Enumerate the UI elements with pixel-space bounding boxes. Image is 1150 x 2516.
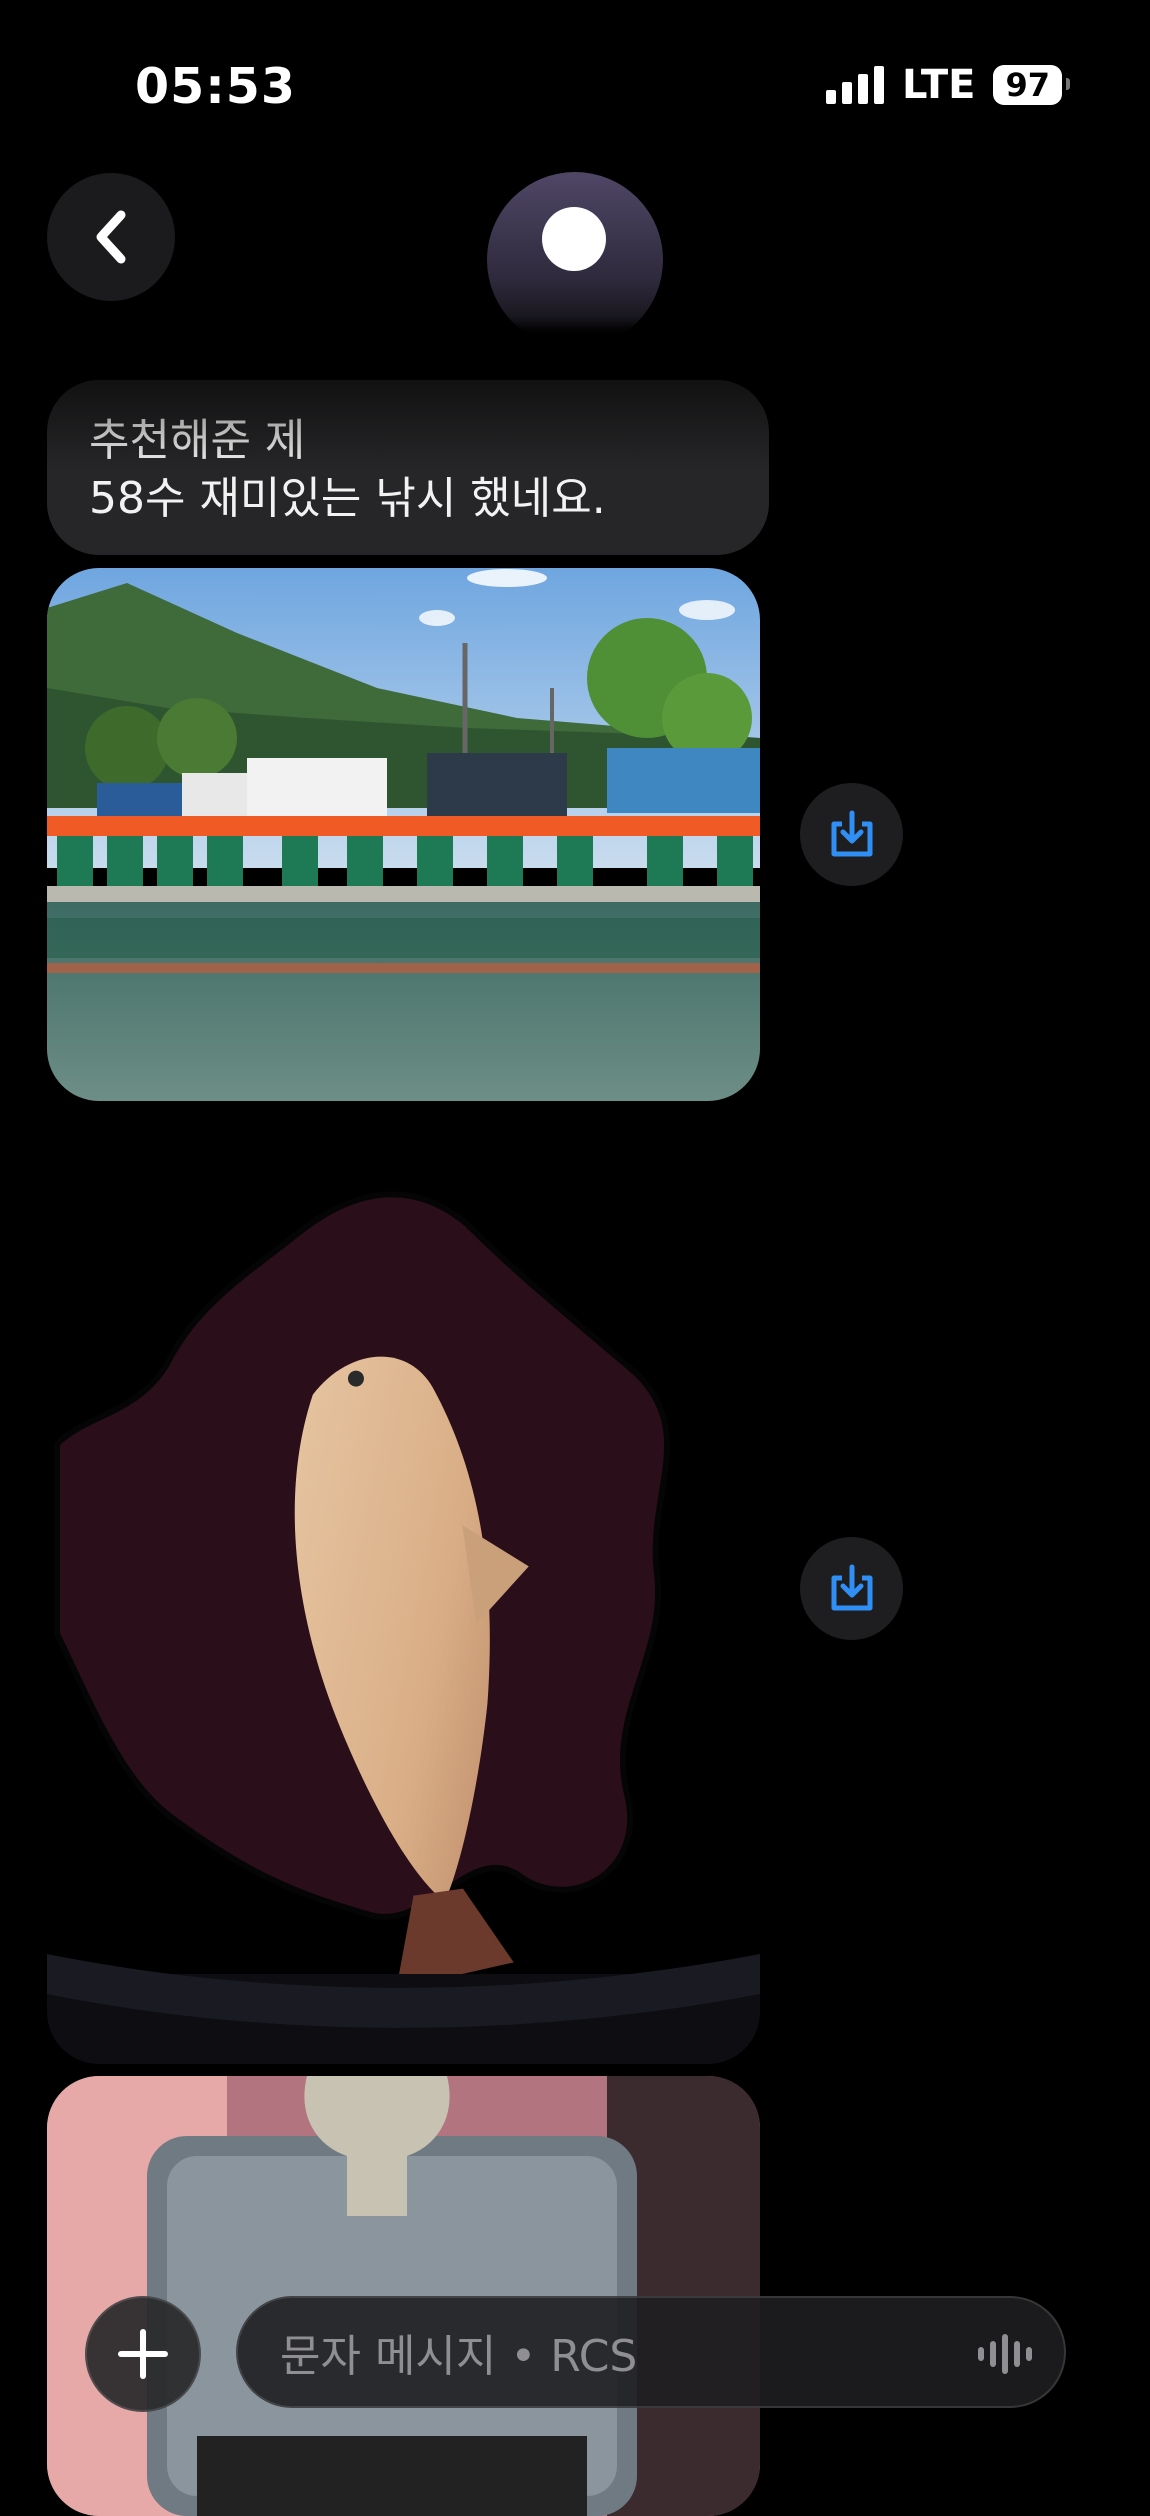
back-button[interactable] <box>47 173 175 301</box>
contact-avatar[interactable] <box>487 172 663 348</box>
chevron-left-icon <box>96 210 126 264</box>
message-input-placeholder: 문자 메시지 • RCS <box>280 2331 638 2382</box>
status-indicators: LTE 97 <box>825 62 1070 108</box>
signal-icon <box>825 66 884 104</box>
download-icon <box>831 810 872 856</box>
pond-image <box>47 568 760 1101</box>
photo-fish-in-net[interactable] <box>47 1114 760 2064</box>
fish-image <box>47 1114 760 2064</box>
download-icon <box>831 1564 872 1610</box>
message-redaction <box>47 380 769 470</box>
status-time: 05:53 <box>135 58 296 115</box>
avatar-placeholder-icon <box>542 207 606 271</box>
photo-fishing-pond[interactable] <box>47 568 760 1101</box>
plus-icon <box>118 2329 168 2379</box>
save-photo-button[interactable] <box>800 1537 903 1640</box>
message-input[interactable]: 문자 메시지 • RCS <box>236 2296 1066 2408</box>
network-type: LTE <box>901 62 976 108</box>
save-photo-button[interactable] <box>800 783 903 886</box>
message-bubble[interactable]: 추천해준 제 58수 재미있는 낚시 했네요. <box>47 380 769 555</box>
add-attachment-button[interactable] <box>85 2296 201 2412</box>
waveform-icon[interactable] <box>978 2334 1032 2374</box>
battery-level: 97 <box>993 65 1070 105</box>
